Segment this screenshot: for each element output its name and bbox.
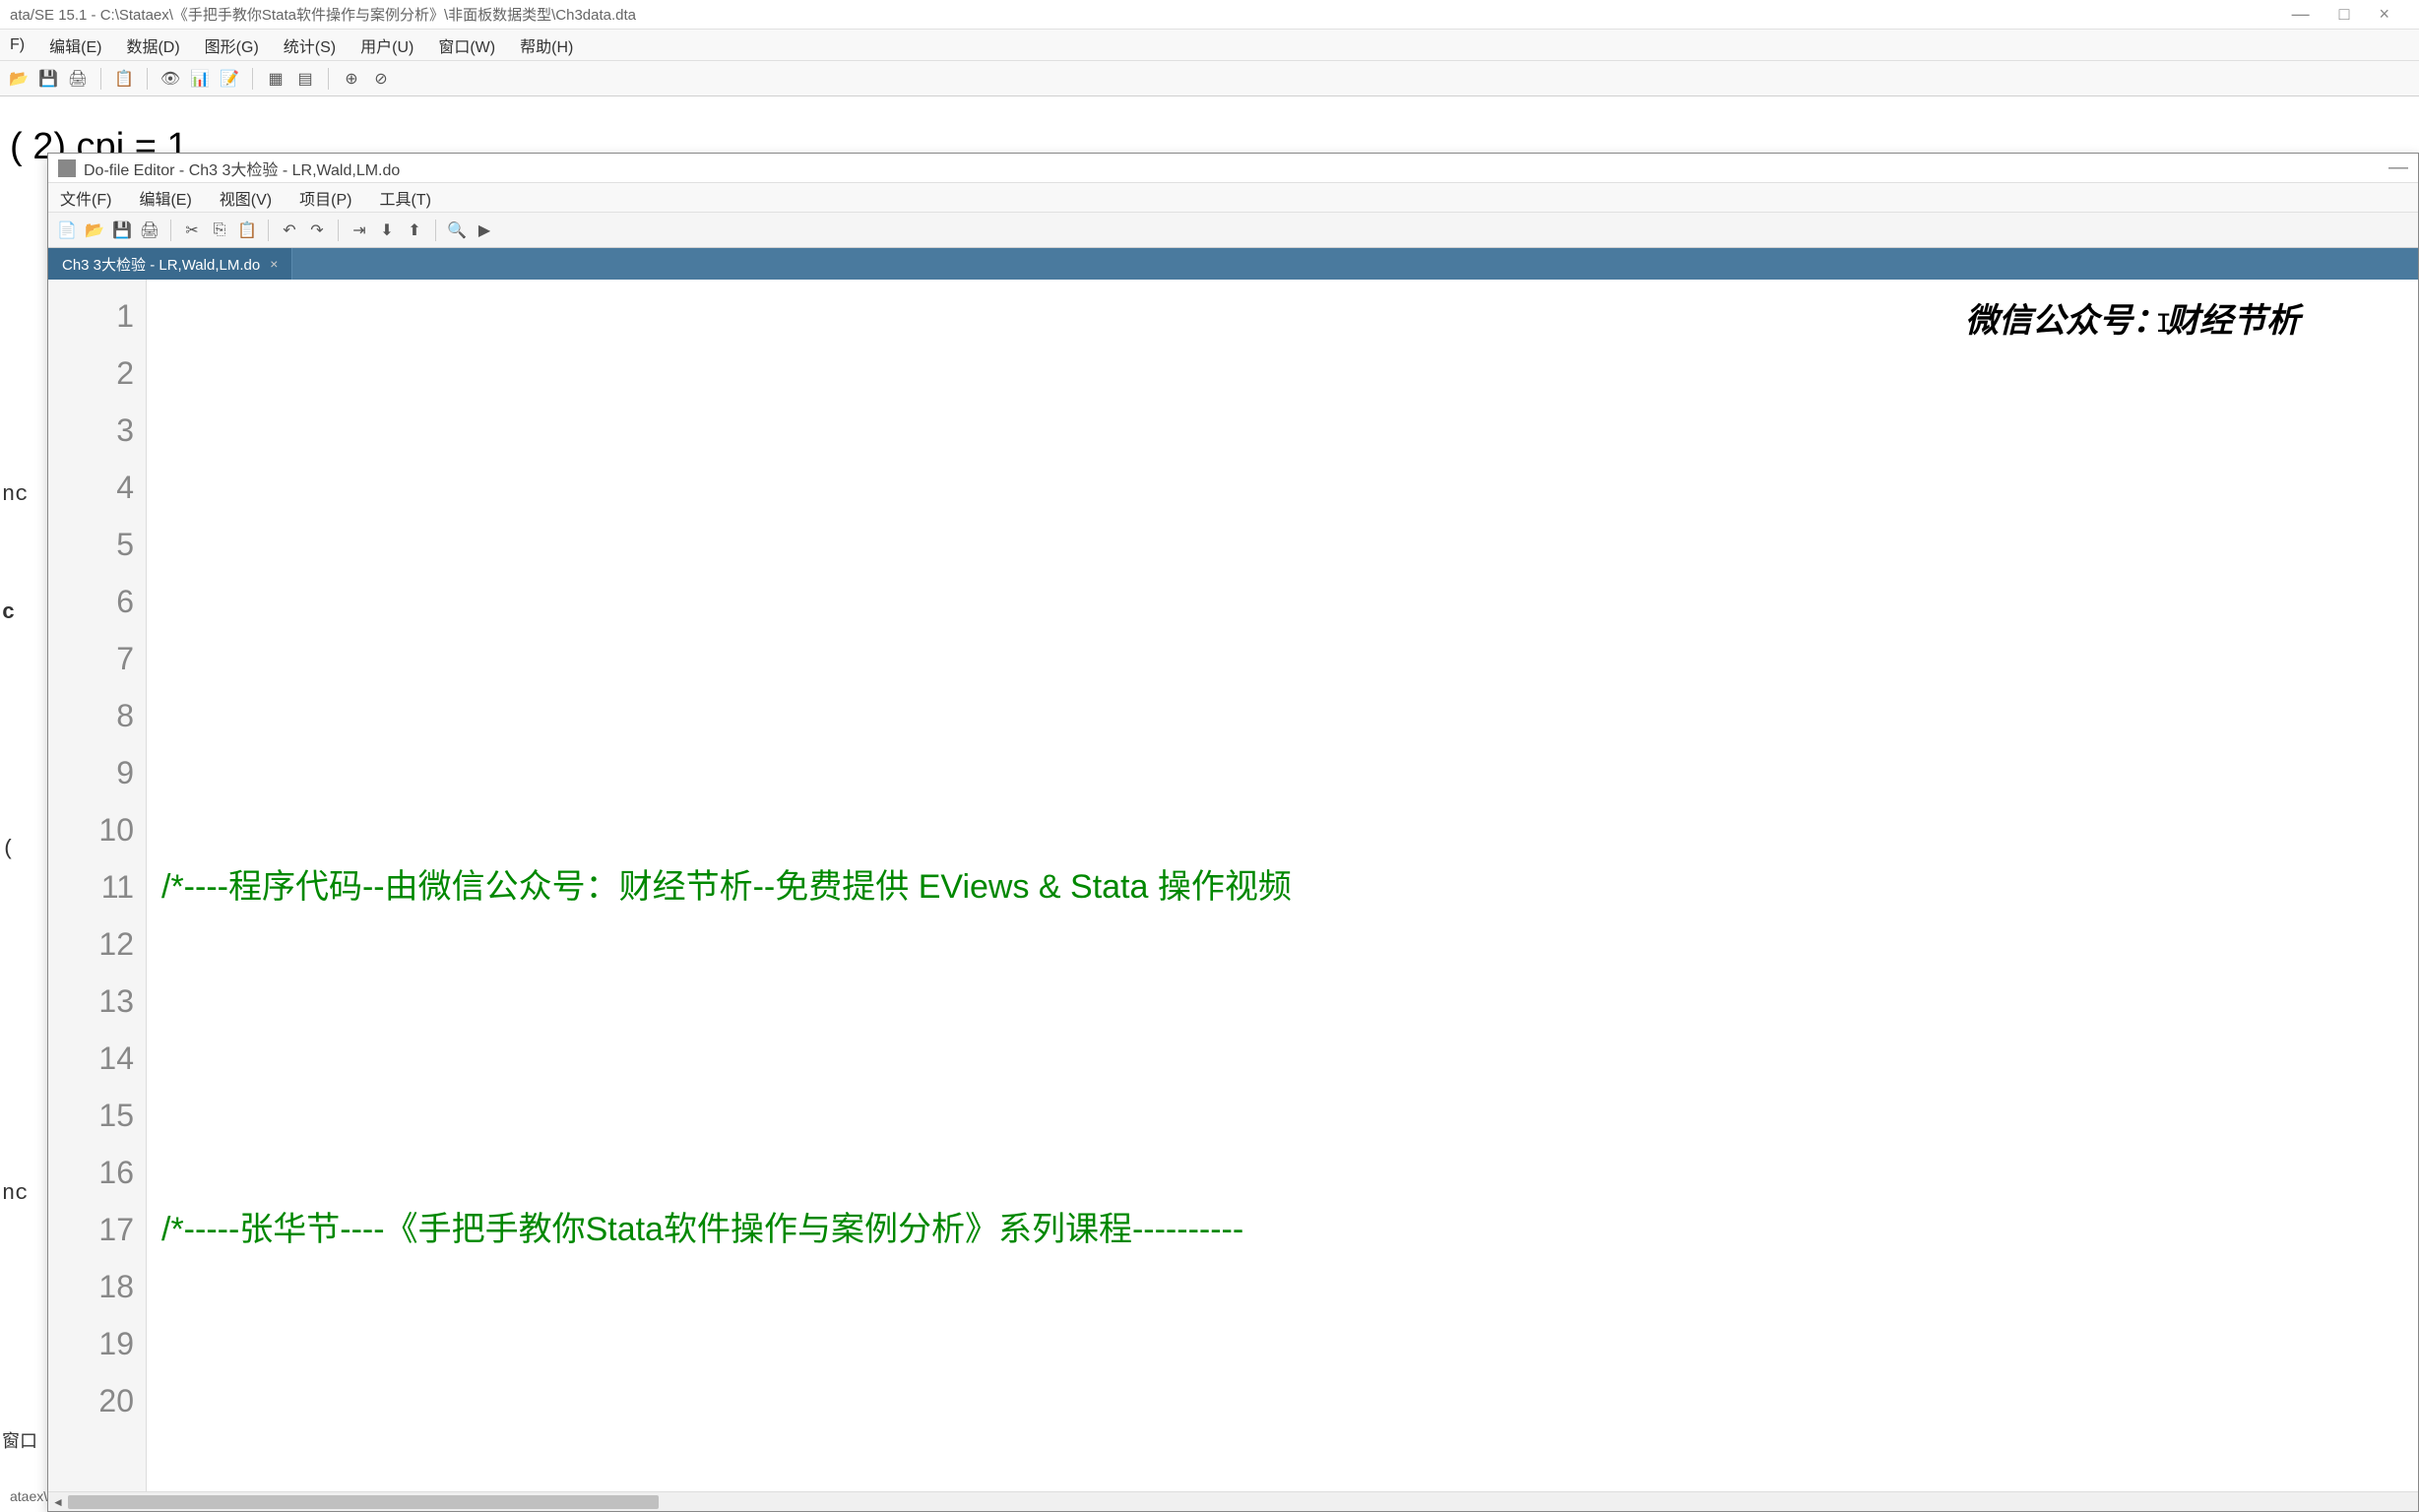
log-icon[interactable]: 📋 — [113, 68, 135, 90]
side-text: ( — [2, 837, 15, 861]
menu-project[interactable]: 项目(P) — [299, 186, 351, 210]
menu-view[interactable]: 视图(V) — [220, 186, 272, 210]
separator — [328, 68, 329, 90]
menu-window[interactable]: 窗口(W) — [438, 33, 495, 57]
menu-user[interactable]: 用户(U) — [360, 33, 414, 57]
side-text: c — [2, 600, 15, 625]
separator — [338, 220, 339, 241]
save-icon[interactable]: 💾 — [111, 220, 133, 241]
tab-active[interactable]: Ch3 3大检验 - LR,Wald,LM.do × — [48, 248, 292, 280]
maximize-icon[interactable]: □ — [2339, 4, 2350, 25]
menu-tools[interactable]: 工具(T) — [379, 186, 430, 210]
separator — [252, 68, 253, 90]
redo-icon[interactable]: ↷ — [306, 220, 328, 241]
code-line — [161, 516, 2403, 573]
copy-icon[interactable]: ⎘ — [209, 220, 230, 241]
side-text: nc — [2, 482, 28, 507]
data-browser-icon[interactable]: ▤ — [294, 68, 316, 90]
cut-icon[interactable]: ✂ — [181, 220, 203, 241]
tab-label: Ch3 3大检验 - LR,Wald,LM.do — [62, 254, 260, 275]
side-text: 窗口 — [2, 1427, 37, 1453]
data-editor-icon[interactable]: ▦ — [265, 68, 286, 90]
dofile-app-icon — [58, 159, 76, 177]
dofile-menu-bar: 文件(F) 编辑(E) 视图(V) 项目(P) 工具(T) — [48, 183, 2418, 213]
code-line — [161, 1372, 2403, 1429]
menu-graphics[interactable]: 图形(G) — [205, 33, 259, 57]
menu-file[interactable]: 文件(F) — [60, 186, 111, 210]
minimize-icon[interactable]: — — [2388, 157, 2408, 179]
separator — [268, 220, 269, 241]
execute-icon[interactable]: ▶ — [474, 220, 495, 241]
stata-menu-bar: F) 编辑(E) 数据(D) 图形(G) 统计(S) 用户(U) 窗口(W) 帮… — [0, 30, 2419, 61]
new-icon[interactable]: 📄 — [56, 220, 78, 241]
menu-help[interactable]: 帮助(H) — [520, 33, 573, 57]
dofile-icon[interactable]: 📝 — [219, 68, 240, 90]
separator — [170, 220, 171, 241]
code-area[interactable]: 微信公众号：财经节析 I /*----程序代码--由微信公众号：财经节析--免费… — [147, 280, 2418, 1491]
stata-toolbar: 📂 💾 🖨 📋 👁 📊 📝 ▦ ▤ ⊕ ⊘ — [0, 61, 2419, 96]
separator — [435, 220, 436, 241]
open-icon[interactable]: 📂 — [84, 220, 105, 241]
watermark-text: 微信公众号：财经节析 — [1965, 293, 2300, 350]
bookmark-icon[interactable]: ⬇ — [376, 220, 398, 241]
code-line — [161, 687, 2403, 744]
code-line: /*----程序代码--由微信公众号：财经节析--免费提供 EViews & S… — [161, 858, 2403, 915]
dofile-editor-window: Do-file Editor - Ch3 3大检验 - LR,Wald,LM.d… — [47, 153, 2419, 1512]
dofile-title-text: Do-file Editor - Ch3 3大检验 - LR,Wald,LM.d… — [84, 157, 400, 180]
menu-statistics[interactable]: 统计(S) — [284, 33, 336, 57]
minimize-icon[interactable]: — — [2292, 4, 2310, 25]
dofile-title-bar[interactable]: Do-file Editor - Ch3 3大检验 - LR,Wald,LM.d… — [48, 154, 2418, 183]
paste-icon[interactable]: 📋 — [236, 220, 258, 241]
tab-close-icon[interactable]: × — [270, 256, 278, 272]
graph-icon[interactable]: 📊 — [189, 68, 211, 90]
menu-data[interactable]: 数据(D) — [126, 33, 179, 57]
code-line — [161, 1030, 2403, 1087]
separator — [100, 68, 101, 90]
side-text: nc — [2, 1181, 28, 1206]
dofile-tab-bar: Ch3 3大检验 - LR,Wald,LM.do × — [48, 248, 2418, 280]
undo-icon[interactable]: ↶ — [279, 220, 300, 241]
scrollbar-thumb[interactable] — [68, 1495, 659, 1509]
scroll-left-icon[interactable]: ◄ — [50, 1494, 66, 1510]
text-cursor-icon: I — [2155, 297, 2172, 354]
stata-title-bar: ata/SE 15.1 - C:\Stataex\《手把手教你Stata软件操作… — [0, 0, 2419, 30]
menu-edit[interactable]: 编辑(E) — [139, 186, 191, 210]
break-icon[interactable]: ⊘ — [370, 68, 392, 90]
find-icon[interactable]: 🔍 — [446, 220, 468, 241]
viewer-icon[interactable]: 👁 — [159, 68, 181, 90]
dofile-toolbar: 📄 📂 💾 🖨 ✂ ⎘ 📋 ↶ ↷ ⇥ ⬇ ⬆ 🔍 ▶ — [48, 213, 2418, 248]
code-line: /*-----张华节----《手把手教你Stata软件操作与案例分析》系列课程-… — [161, 1201, 2403, 1258]
menu-file[interactable]: F) — [10, 36, 25, 54]
separator — [147, 68, 148, 90]
menu-edit[interactable]: 编辑(E) — [49, 33, 101, 57]
code-editor[interactable]: 1234567891011121314151617181920 微信公众号：财经… — [48, 280, 2418, 1491]
close-icon[interactable]: × — [2379, 4, 2389, 25]
more-icon[interactable]: ⊕ — [341, 68, 362, 90]
indent-icon[interactable]: ⇥ — [349, 220, 370, 241]
print-icon[interactable]: 🖨 — [139, 220, 160, 241]
line-number-gutter: 1234567891011121314151617181920 — [48, 280, 147, 1491]
open-icon[interactable]: 📂 — [8, 68, 30, 90]
horizontal-scrollbar[interactable]: ◄ — [48, 1491, 2418, 1511]
print-icon[interactable]: 🖨 — [67, 68, 89, 90]
bookmark-next-icon[interactable]: ⬆ — [404, 220, 425, 241]
save-icon[interactable]: 💾 — [37, 68, 59, 90]
stata-title-text: ata/SE 15.1 - C:\Stataex\《手把手教你Stata软件操作… — [10, 4, 636, 25]
